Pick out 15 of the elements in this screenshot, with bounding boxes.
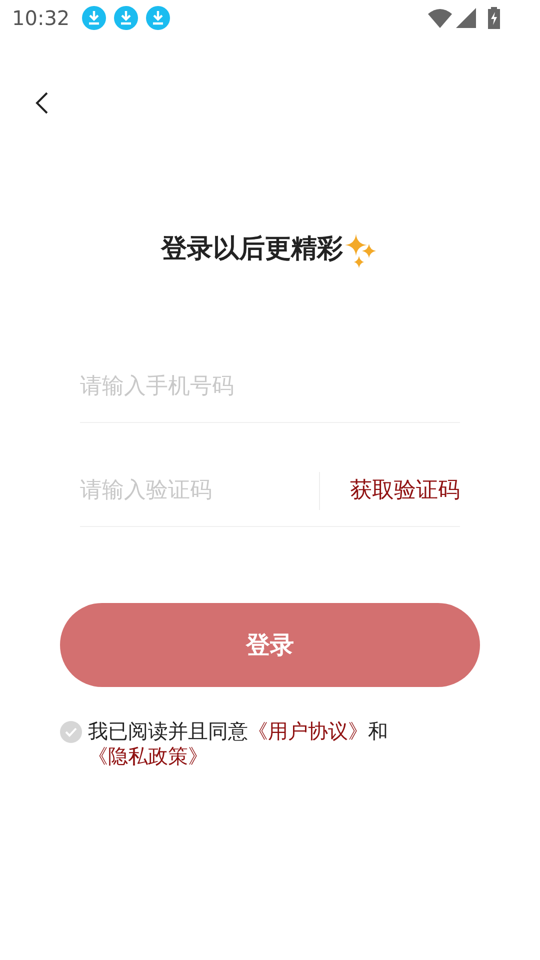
download-icon [82,6,106,30]
download-icon [114,6,138,30]
download-icon [146,6,170,30]
status-time: 10:32 [12,5,70,32]
page-title: 登录以后更精彩 [161,233,343,266]
agreement-link[interactable]: 《用户协议》 [248,719,368,743]
get-code-button[interactable]: 获取验证码 [320,474,460,507]
check-icon [65,727,77,737]
battery-icon [488,7,500,29]
signal-icon [456,8,476,28]
wifi-icon [428,8,452,28]
agree-checkbox[interactable] [60,721,82,743]
agreement-link[interactable]: 《隐私政策》 [88,744,208,768]
agreement-text: 我已阅读并且同意《用户协议》和 《隐私政策》 [88,719,389,769]
back-icon [35,91,49,115]
